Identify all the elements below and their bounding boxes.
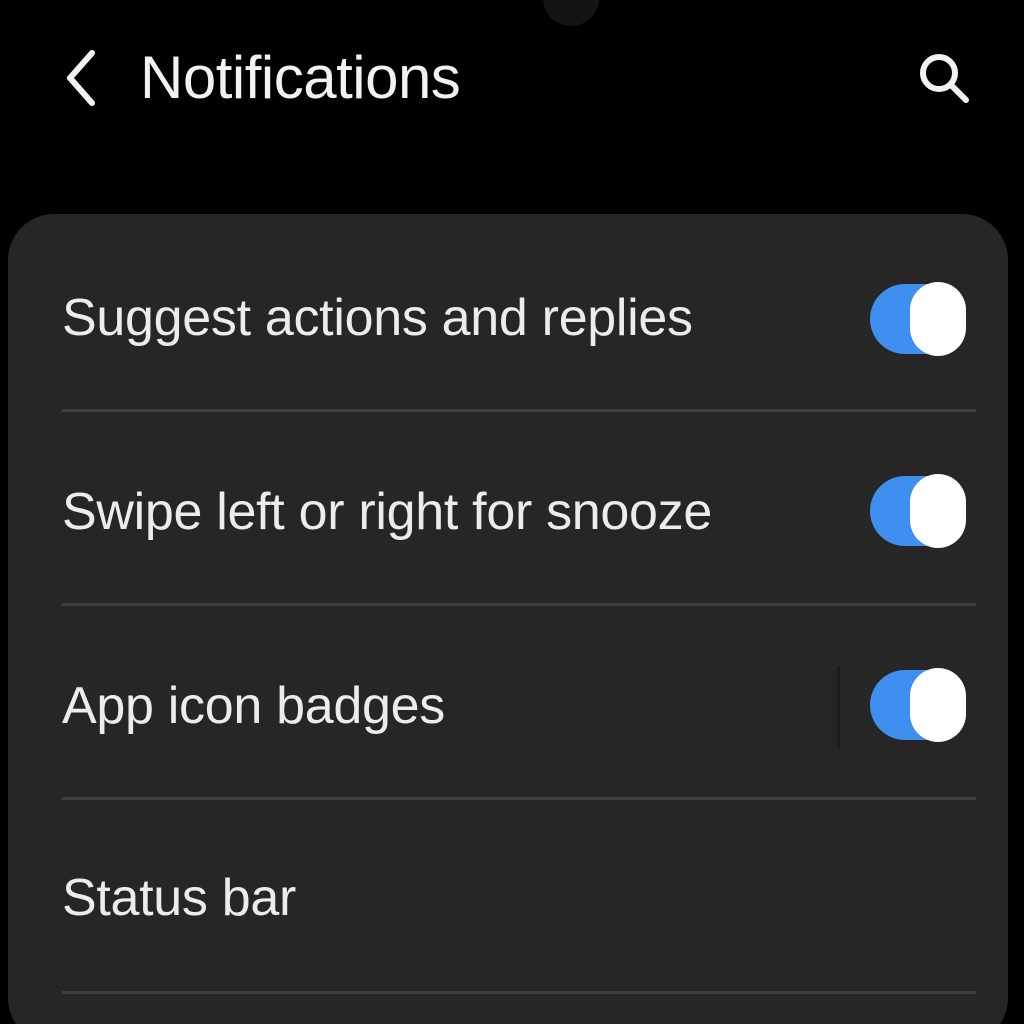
search-button[interactable] bbox=[906, 40, 982, 116]
setting-row-suggest-actions[interactable]: Suggest actions and replies bbox=[8, 220, 1008, 416]
swipe-snooze-toggle[interactable] bbox=[870, 474, 966, 548]
toggle-thumb bbox=[910, 282, 966, 356]
divider bbox=[62, 603, 976, 606]
header: Notifications bbox=[0, 0, 1024, 190]
divider bbox=[62, 991, 976, 994]
setting-row-app-icon-badges[interactable]: App icon badges bbox=[8, 608, 1008, 804]
notifications-screen: Notifications Suggest actions and replie… bbox=[0, 0, 1024, 1024]
row-separator bbox=[837, 666, 840, 748]
setting-label: Suggest actions and replies bbox=[62, 289, 693, 347]
setting-label: Swipe left or right for snooze bbox=[62, 483, 712, 541]
setting-row-status-bar[interactable]: Status bar bbox=[8, 802, 1008, 998]
search-icon bbox=[920, 54, 969, 103]
setting-row-swipe-snooze[interactable]: Swipe left or right for snooze bbox=[8, 414, 1008, 610]
divider bbox=[62, 409, 976, 412]
page-title: Notifications bbox=[140, 44, 461, 111]
suggest-actions-toggle[interactable] bbox=[870, 282, 966, 356]
toggle-thumb bbox=[910, 668, 966, 742]
setting-label: Status bar bbox=[62, 869, 297, 927]
toggle-thumb bbox=[910, 474, 966, 548]
app-icon-badges-toggle[interactable] bbox=[870, 668, 966, 742]
back-button[interactable] bbox=[52, 40, 112, 116]
divider bbox=[62, 797, 976, 800]
chevron-left-icon bbox=[67, 50, 95, 106]
setting-label: App icon badges bbox=[62, 677, 445, 735]
